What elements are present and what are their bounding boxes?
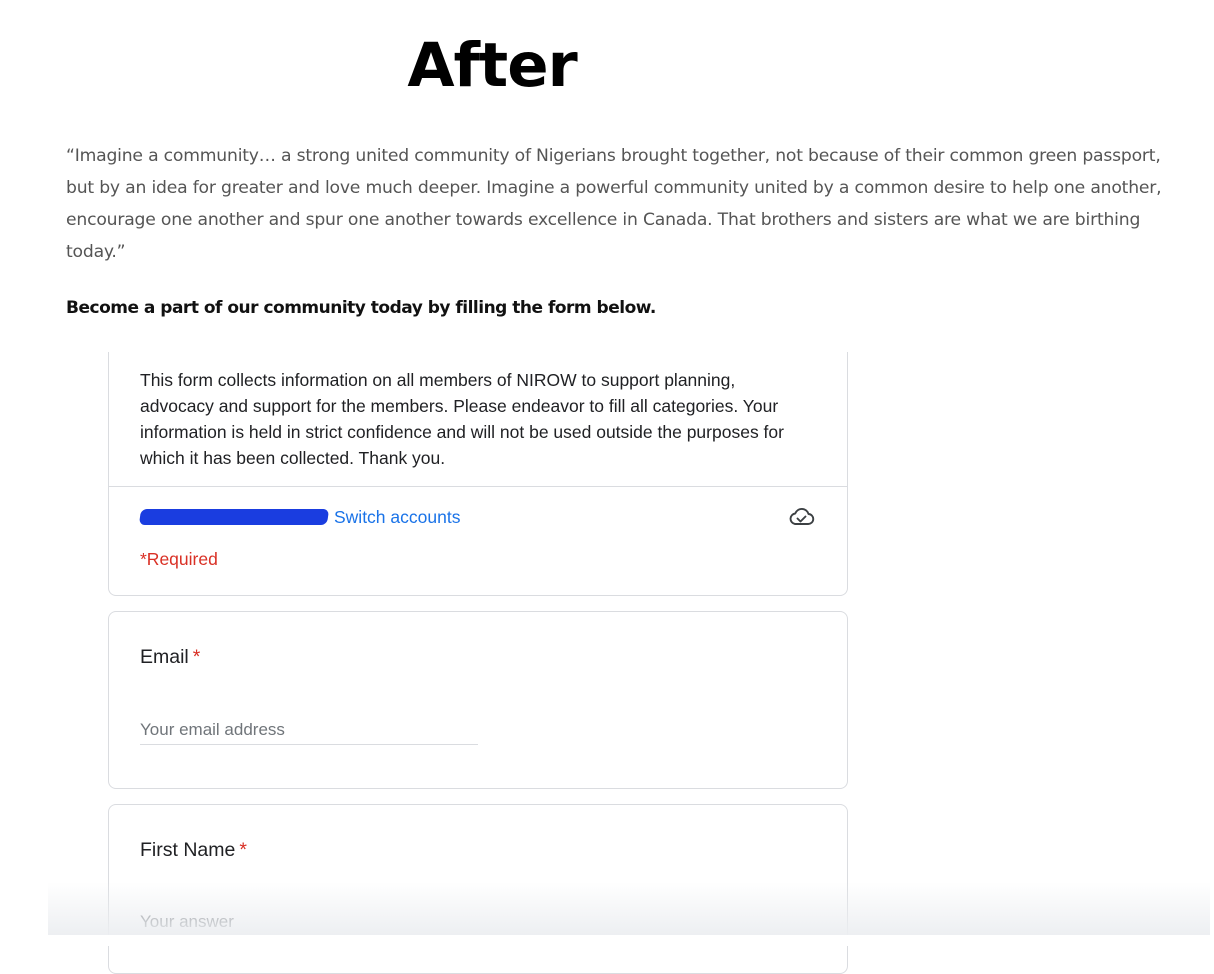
- cloud-saved-icon: [789, 507, 815, 525]
- form-call-to-action: Become a part of our community today by …: [66, 298, 656, 318]
- first-name-field[interactable]: [140, 908, 478, 936]
- first-name-question-card: First Name *: [108, 804, 848, 974]
- form-header-card: This form collects information on all me…: [108, 352, 848, 596]
- email-question-label: Email *: [140, 646, 200, 669]
- page-bottom-margin: [0, 935, 1214, 946]
- email-field[interactable]: [140, 716, 478, 745]
- switch-accounts-link[interactable]: Switch accounts: [334, 507, 460, 528]
- page-heading: After: [407, 30, 577, 101]
- community-quote: “Imagine a community… a strong united co…: [66, 146, 1162, 262]
- account-row: Switch accounts: [138, 504, 460, 530]
- required-asterisk: *: [239, 839, 247, 861]
- first-name-label-text: First Name: [140, 839, 236, 861]
- divider: [109, 486, 847, 487]
- first-name-question-label: First Name *: [140, 839, 247, 862]
- required-asterisk: *: [192, 646, 201, 668]
- email-question-card: Email *: [108, 611, 848, 789]
- redacted-email: [138, 509, 330, 525]
- required-note: *Required: [140, 549, 218, 569]
- form-description: This form collects information on all me…: [140, 370, 784, 468]
- email-label-text: Email: [140, 646, 189, 668]
